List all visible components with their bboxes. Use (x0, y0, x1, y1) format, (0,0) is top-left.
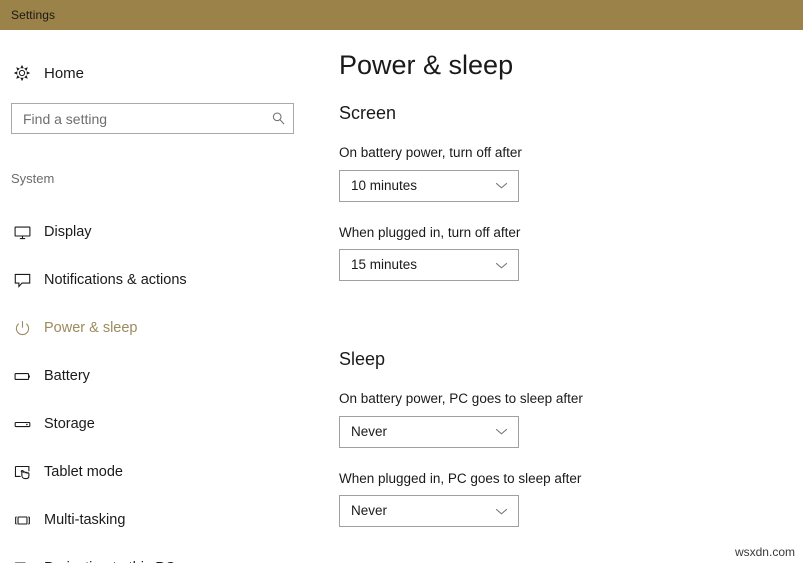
tablet-touch-icon (0, 463, 44, 482)
field-sleep-on-battery: On battery power, PC goes to sleep after… (339, 392, 779, 448)
search-input[interactable] (12, 104, 263, 133)
monitor-icon (0, 223, 44, 242)
field-label: When plugged in, PC goes to sleep after (339, 470, 582, 486)
sidebar-group-label: System (11, 171, 55, 186)
field-screen-on-battery: On battery power, turn off after 10 minu… (339, 146, 779, 202)
section-heading: Sleep (339, 349, 386, 369)
sidebar-item-label: Display (44, 223, 92, 240)
section-heading: Screen (339, 103, 397, 123)
multitasking-icon (0, 511, 44, 530)
dropdown-sleep-on-battery[interactable]: Never (339, 415, 519, 448)
sidebar-item-label: Notifications & actions (44, 271, 187, 288)
dropdown-value: 10 minutes (351, 177, 418, 193)
dropdown-sleep-plugged-in[interactable]: Never (339, 495, 519, 527)
storage-icon (0, 415, 44, 434)
battery-icon (0, 367, 44, 386)
field-label: On battery power, PC goes to sleep after (339, 391, 583, 406)
sidebar-item-label: Storage (44, 415, 95, 432)
main-content: Power & sleep Screen On battery power, t… (320, 30, 803, 563)
field-label: On battery power, turn off after (339, 145, 522, 160)
chevron-down-icon (484, 261, 518, 270)
sidebar-item-storage[interactable]: Storage (0, 400, 320, 448)
dropdown-value: Never (351, 423, 388, 439)
window-title: Settings (11, 8, 56, 22)
dropdown-value: Never (351, 503, 388, 519)
gear-icon (0, 64, 44, 82)
sidebar-item-label: Battery (44, 367, 90, 384)
sidebar-item-label: Power & sleep (44, 319, 138, 336)
sidebar-item-multi-tasking[interactable]: Multi-tasking (0, 496, 320, 544)
chevron-down-icon (484, 507, 518, 516)
search-icon[interactable] (263, 111, 293, 126)
field-screen-plugged-in: When plugged in, turn off after 15 minut… (339, 224, 779, 281)
sidebar-item-power-sleep[interactable]: Power & sleep (0, 304, 320, 352)
sidebar-item-display[interactable]: Display (0, 208, 320, 256)
dropdown-screen-on-battery[interactable]: 10 minutes (339, 169, 519, 202)
chevron-down-icon (484, 181, 518, 190)
sidebar-home-label: Home (44, 64, 85, 82)
sidebar-item-notifications-actions[interactable]: Notifications & actions (0, 256, 320, 304)
search-box[interactable] (11, 103, 294, 134)
sidebar-item-label: Multi-tasking (44, 511, 126, 528)
window-titlebar: Settings (0, 0, 803, 30)
sidebar: Home System (0, 30, 320, 563)
projecting-icon (0, 559, 44, 563)
page-title: Power & sleep (339, 50, 514, 80)
section-screen: Screen On battery power, turn off after … (339, 104, 779, 281)
chevron-down-icon (484, 427, 518, 436)
sidebar-item-tablet-mode[interactable]: Tablet mode (0, 448, 320, 496)
speech-bubble-icon (0, 271, 44, 290)
power-icon (0, 319, 44, 338)
field-sleep-plugged-in: When plugged in, PC goes to sleep after … (339, 470, 779, 527)
settings-window: Settings Home Find a setting System Disp… (0, 0, 803, 563)
sidebar-item-label: Tablet mode (44, 463, 123, 480)
sidebar-item-home[interactable]: Home (0, 56, 300, 90)
field-label: When plugged in, turn off after (339, 224, 521, 240)
sidebar-item-battery[interactable]: Battery (0, 352, 320, 400)
section-sleep: Sleep On battery power, PC goes to sleep… (339, 350, 779, 527)
dropdown-value: 15 minutes (351, 257, 418, 273)
sidebar-nav: Display Notifications & actions Power & … (0, 208, 320, 563)
sidebar-item-projecting-to-this-pc[interactable]: Projecting to this PC (0, 544, 320, 563)
watermark: wsxdn.com (734, 545, 795, 559)
dropdown-screen-plugged-in[interactable]: 15 minutes (339, 249, 519, 281)
